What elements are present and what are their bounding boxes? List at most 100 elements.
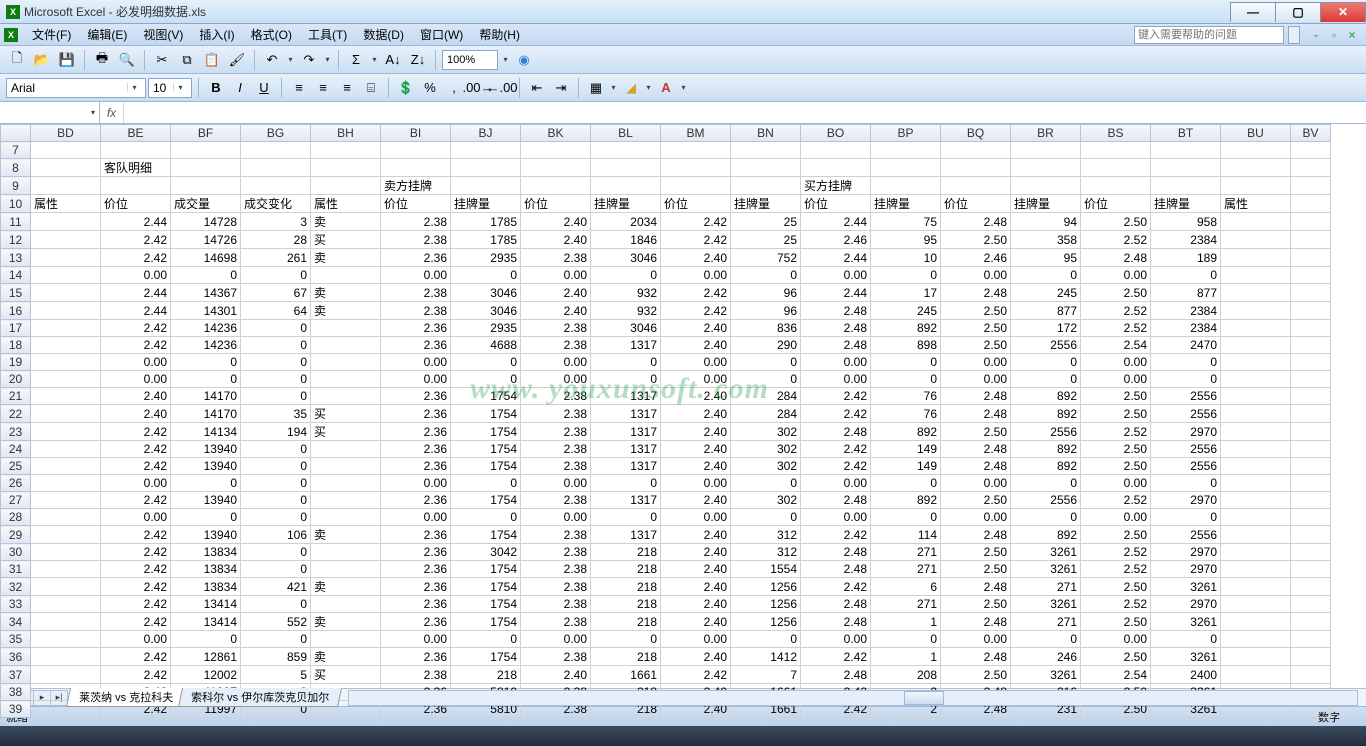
cell[interactable]: 挂牌量 xyxy=(1151,195,1221,213)
cell[interactable]: 271 xyxy=(871,561,941,578)
cell[interactable]: 14170 xyxy=(171,405,241,423)
cell[interactable]: 0 xyxy=(1151,475,1221,492)
cell[interactable] xyxy=(311,475,381,492)
cell[interactable] xyxy=(1291,561,1331,578)
cell[interactable]: 0 xyxy=(1151,509,1221,526)
cell[interactable]: 2.50 xyxy=(941,492,1011,509)
cell[interactable]: 75 xyxy=(871,213,941,231)
cell[interactable]: 2.38 xyxy=(521,596,591,613)
align-left-icon[interactable]: ≡ xyxy=(288,77,310,99)
row-header[interactable]: 31 xyxy=(1,561,31,578)
cell[interactable] xyxy=(1291,388,1331,405)
cell[interactable]: 2.42 xyxy=(101,544,171,561)
cell[interactable]: 271 xyxy=(1011,613,1081,631)
cell[interactable]: 2.42 xyxy=(661,231,731,249)
cell[interactable]: 2.48 xyxy=(801,302,871,320)
cell[interactable]: 10 xyxy=(871,249,941,267)
cell[interactable] xyxy=(1221,475,1291,492)
cell[interactable]: 0 xyxy=(731,354,801,371)
cell[interactable]: 14236 xyxy=(171,337,241,354)
cell[interactable]: 0 xyxy=(731,371,801,388)
row-header[interactable]: 16 xyxy=(1,302,31,320)
cell[interactable]: 14236 xyxy=(171,320,241,337)
cell[interactable]: 2.42 xyxy=(101,596,171,613)
cell[interactable] xyxy=(1221,441,1291,458)
cell[interactable]: 877 xyxy=(1151,284,1221,302)
cell[interactable] xyxy=(31,337,101,354)
cell[interactable]: 1754 xyxy=(451,458,521,475)
cell[interactable]: 218 xyxy=(591,596,661,613)
cell[interactable]: 2.42 xyxy=(661,302,731,320)
menu-item[interactable]: 文件(F) xyxy=(24,26,79,44)
cell[interactable]: 0 xyxy=(591,267,661,284)
cell[interactable] xyxy=(591,142,661,159)
cell[interactable] xyxy=(311,561,381,578)
print-icon[interactable]: 🖶 xyxy=(91,49,113,71)
cell[interactable]: 2.38 xyxy=(521,441,591,458)
cell[interactable] xyxy=(311,441,381,458)
cell[interactable]: 2.52 xyxy=(1081,561,1151,578)
cell[interactable]: 892 xyxy=(1011,405,1081,423)
cell[interactable] xyxy=(1291,354,1331,371)
new-icon[interactable]: 🗋 xyxy=(6,49,28,71)
cell[interactable]: 2.50 xyxy=(941,337,1011,354)
cell[interactable]: 2.36 xyxy=(381,441,451,458)
cell[interactable]: 2.42 xyxy=(101,578,171,596)
cell[interactable]: 2384 xyxy=(1151,302,1221,320)
cell[interactable] xyxy=(31,458,101,475)
cell[interactable]: 0.00 xyxy=(521,509,591,526)
cell[interactable] xyxy=(31,371,101,388)
cell[interactable]: 2.42 xyxy=(101,666,171,684)
row-header[interactable]: 10 xyxy=(1,195,31,213)
cell[interactable] xyxy=(31,284,101,302)
cell[interactable]: 0 xyxy=(451,509,521,526)
cell[interactable]: 2.40 xyxy=(521,302,591,320)
minimize-button[interactable]: — xyxy=(1230,2,1276,22)
cell[interactable]: 2.52 xyxy=(1081,544,1151,561)
cell[interactable]: 2.38 xyxy=(521,544,591,561)
column-header[interactable]: BN xyxy=(731,125,801,142)
cell[interactable]: 2.44 xyxy=(101,302,171,320)
cell[interactable]: 302 xyxy=(731,458,801,475)
cell[interactable]: 卖 xyxy=(311,284,381,302)
cell[interactable] xyxy=(311,596,381,613)
cell[interactable]: 1754 xyxy=(451,561,521,578)
underline-icon[interactable]: U xyxy=(253,77,275,99)
cell[interactable]: 2.44 xyxy=(101,284,171,302)
cell[interactable] xyxy=(1291,458,1331,475)
cell[interactable]: 0.00 xyxy=(801,475,871,492)
cell[interactable]: 246 xyxy=(1011,648,1081,666)
cell[interactable]: 0 xyxy=(171,631,241,648)
menu-item[interactable]: 工具(T) xyxy=(300,26,355,44)
cell[interactable]: 2.42 xyxy=(101,492,171,509)
cell[interactable]: 13940 xyxy=(171,526,241,544)
cell[interactable] xyxy=(101,142,171,159)
cell[interactable]: 2.48 xyxy=(941,213,1011,231)
cell[interactable] xyxy=(451,159,521,177)
cell[interactable]: 2.48 xyxy=(801,561,871,578)
cell[interactable]: 1256 xyxy=(731,613,801,631)
cell[interactable]: 14301 xyxy=(171,302,241,320)
row-header[interactable]: 35 xyxy=(1,631,31,648)
cell[interactable]: 96 xyxy=(731,284,801,302)
cell[interactable]: 0 xyxy=(171,475,241,492)
column-header[interactable]: BD xyxy=(31,125,101,142)
cell[interactable]: 2556 xyxy=(1151,526,1221,544)
print-preview-icon[interactable]: 🔍 xyxy=(116,49,138,71)
cell[interactable]: 245 xyxy=(871,302,941,320)
cell[interactable]: 6 xyxy=(871,578,941,596)
cell[interactable]: 2.54 xyxy=(1081,666,1151,684)
undo-dropdown-icon[interactable]: ▾ xyxy=(286,49,295,71)
cell[interactable]: 218 xyxy=(591,648,661,666)
cell[interactable]: 0 xyxy=(171,509,241,526)
decrease-indent-icon[interactable]: ⇤ xyxy=(526,77,548,99)
cell[interactable] xyxy=(1291,302,1331,320)
cell[interactable]: 卖 xyxy=(311,613,381,631)
cell[interactable]: 0.00 xyxy=(1081,631,1151,648)
cell[interactable]: 2.36 xyxy=(381,388,451,405)
cell[interactable]: 149 xyxy=(871,458,941,475)
row-header[interactable]: 24 xyxy=(1,441,31,458)
cell[interactable]: 2.52 xyxy=(1081,302,1151,320)
cell[interactable]: 2.40 xyxy=(661,320,731,337)
cell[interactable] xyxy=(521,142,591,159)
